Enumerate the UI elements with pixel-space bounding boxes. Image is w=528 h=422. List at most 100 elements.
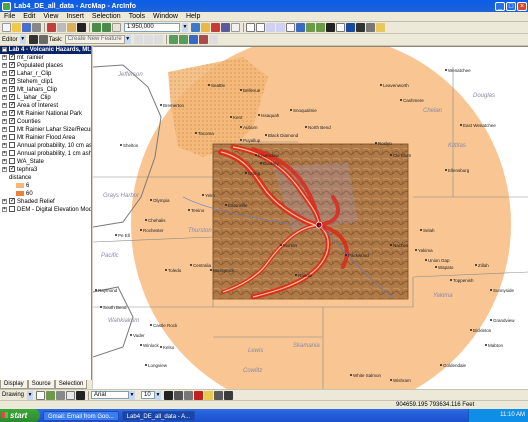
toc-layer-row[interactable]: + ✓ mt_rainier <box>0 54 91 62</box>
find-binoculars-icon[interactable] <box>356 23 365 32</box>
expand-icon[interactable]: + <box>2 126 7 132</box>
layer-visibility-checkbox[interactable] <box>9 142 15 149</box>
taskbar-item-gmail[interactable]: Gmail: Email from Goo... <box>43 410 119 421</box>
toc-layer-row[interactable]: + Annual probability, 1 cm ash <box>0 150 91 158</box>
arctoolbox-icon[interactable] <box>211 23 220 32</box>
command-line-icon[interactable] <box>221 23 230 32</box>
taskbar-item-arcmap[interactable]: Lab4_DE_all_data - A... <box>121 410 196 421</box>
pan-hand-icon[interactable] <box>286 23 295 32</box>
maximize-button[interactable]: □ <box>506 1 516 11</box>
toc-layer-row[interactable]: + WA_State <box>0 158 91 166</box>
expand-icon[interactable]: + <box>2 150 7 156</box>
menu-window[interactable]: Window <box>149 13 182 20</box>
menu-help[interactable]: Help <box>182 13 204 20</box>
line-color-icon[interactable] <box>214 390 224 400</box>
full-extent-globe-icon[interactable] <box>296 23 305 32</box>
map-scale-input[interactable]: 1:950,000 <box>124 23 180 32</box>
menu-edit[interactable]: Edit <box>19 13 39 20</box>
editor-toolbar-icon[interactable] <box>191 23 200 32</box>
layer-visibility-checkbox[interactable]: ✓ <box>9 62 15 69</box>
layer-visibility-checkbox[interactable]: ✓ <box>9 86 15 93</box>
toc-layer-row[interactable]: + ✓ Counties <box>0 118 91 126</box>
expand-icon[interactable]: + <box>2 54 7 60</box>
toc-layer-row[interactable]: + ✓ Lahar_r_Clip <box>0 70 91 78</box>
drawing-menu[interactable]: Drawing <box>2 392 24 398</box>
arccatalog-icon[interactable] <box>201 23 210 32</box>
attributes-icon[interactable] <box>153 35 163 44</box>
paste-icon[interactable] <box>67 23 76 32</box>
layer-visibility-checkbox[interactable]: ✓ <box>9 198 15 205</box>
menu-tools[interactable]: Tools <box>125 13 149 20</box>
rotate-icon[interactable] <box>46 390 56 400</box>
select-elements-arrow-icon[interactable] <box>336 23 345 32</box>
toc-layer-row[interactable]: + ✓ L_lahar_Clip <box>0 94 91 102</box>
font-select[interactable]: Arial <box>91 391 130 399</box>
save-icon[interactable] <box>22 23 31 32</box>
menu-view[interactable]: View <box>39 13 62 20</box>
chevron-down-icon[interactable]: ▼ <box>19 35 26 44</box>
edit-tool-icon[interactable] <box>28 35 38 44</box>
cut-icon[interactable] <box>47 23 56 32</box>
expand-icon[interactable]: + <box>2 94 7 100</box>
chevron-down-icon[interactable]: ▼ <box>155 390 162 400</box>
underline-icon[interactable] <box>184 390 194 400</box>
rotate-tool-icon[interactable] <box>143 35 153 44</box>
window-title-bar[interactable]: Lab4_DE_all_data - ArcMap - ArcInfo _ □ … <box>0 0 528 12</box>
toc-layer-row[interactable]: + Annual probability, 10 cm ash <box>0 142 91 150</box>
toc-layer-row[interactable]: + ✓ Populated places <box>0 62 91 70</box>
minimize-button[interactable]: _ <box>495 1 505 11</box>
expand-icon[interactable]: + <box>2 118 7 124</box>
data-frame-header[interactable]: − Lab 4 - Volcanic Hazards, Mt. <box>0 46 91 54</box>
marker-color-icon[interactable] <box>224 390 234 400</box>
toc-layer-row[interactable]: distance <box>0 174 91 182</box>
expand-icon[interactable]: + <box>2 166 7 172</box>
chevron-down-icon[interactable]: ▼ <box>182 23 188 32</box>
open-folder-icon[interactable] <box>12 23 21 32</box>
zoom-in-icon[interactable] <box>246 23 255 32</box>
select-features-icon[interactable] <box>326 23 335 32</box>
font-color-icon[interactable] <box>194 390 204 400</box>
identify-icon[interactable] <box>346 23 355 32</box>
3d-analyst-icon[interactable] <box>198 35 208 44</box>
measure-icon[interactable] <box>366 23 375 32</box>
layer-visibility-checkbox[interactable] <box>9 206 15 213</box>
expand-icon[interactable]: + <box>2 206 7 212</box>
help-icon[interactable] <box>231 23 240 32</box>
layer-visibility-checkbox[interactable]: ✓ <box>9 94 15 101</box>
select-arrow-icon[interactable] <box>36 390 46 400</box>
start-button[interactable]: start <box>0 409 40 422</box>
copy-icon[interactable] <box>57 23 66 32</box>
expand-icon[interactable]: + <box>2 142 7 148</box>
fixed-zoom-out-icon[interactable] <box>276 23 285 32</box>
new-document-icon[interactable] <box>2 23 11 32</box>
toc-layer-row[interactable]: + ✓ Mt Rainier National Park <box>0 110 91 118</box>
rectangle-icon[interactable] <box>66 390 76 400</box>
text-tool-icon[interactable] <box>76 390 86 400</box>
zoom-out-icon[interactable] <box>256 23 265 32</box>
layer-visibility-checkbox[interactable]: ✓ <box>9 70 15 77</box>
collapse-icon[interactable]: − <box>2 46 7 52</box>
split-tool-icon[interactable] <box>133 35 143 44</box>
zoom-to-selected-icon[interactable] <box>56 390 66 400</box>
layer-visibility-checkbox[interactable] <box>9 150 15 157</box>
toc-layer-row[interactable]: + ✓ Mt_lahars_Clip <box>0 86 91 94</box>
map-view[interactable]: Jefferson Chelan Douglas Kittitas Grays Harb… <box>93 46 528 389</box>
expand-icon[interactable]: + <box>2 110 7 116</box>
chevron-down-icon[interactable]: ▼ <box>27 390 34 400</box>
expand-icon[interactable]: + <box>2 78 7 84</box>
toc-layer-row[interactable]: + ✓ tephra3 <box>0 166 91 174</box>
editor-menu[interactable]: Editor <box>2 37 18 43</box>
layer-visibility-checkbox[interactable]: ✓ <box>9 166 15 173</box>
toc-layer-row[interactable]: + DEM - Digital Elevation Model <box>0 206 91 214</box>
expand-icon[interactable]: + <box>2 86 7 92</box>
toc-layer-row[interactable]: 60 <box>0 190 91 198</box>
chevron-down-icon[interactable]: ▼ <box>124 35 131 44</box>
print-icon[interactable] <box>32 23 41 32</box>
edit-task-select[interactable]: Create New Feature <box>64 35 125 44</box>
layer-visibility-checkbox[interactable]: ✓ <box>9 118 15 125</box>
toc-layer-row[interactable]: + ✓ Area of Interest <box>0 102 91 110</box>
font-size-select[interactable]: 10 <box>141 391 156 399</box>
toc-layer-row[interactable]: + ✓ Stehem_clip1 <box>0 78 91 86</box>
layer-visibility-checkbox[interactable]: ✓ <box>9 54 15 61</box>
georef-tool-icon[interactable] <box>168 35 178 44</box>
